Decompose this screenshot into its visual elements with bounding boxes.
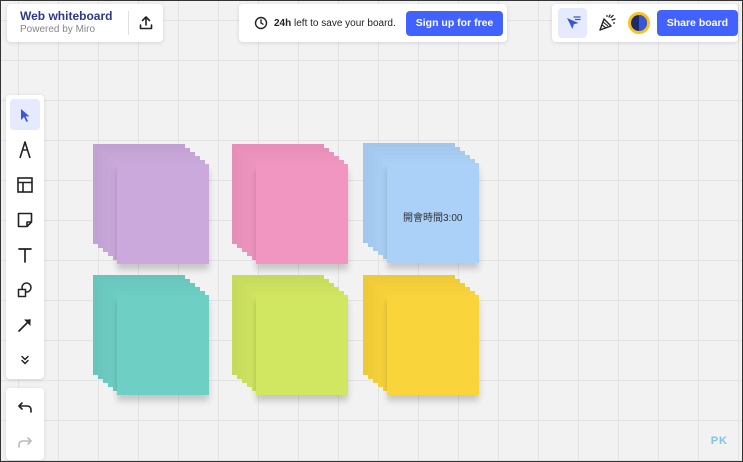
- more-tools-button[interactable]: [10, 344, 40, 375]
- celebrate-button[interactable]: [595, 11, 618, 35]
- chevron-double-down-icon: [21, 355, 29, 364]
- board-subtitle: Powered by Miro: [20, 24, 96, 35]
- watermark-text: PK: [710, 435, 728, 447]
- save-notice-message: left to save your board.: [294, 17, 396, 29]
- watermark: PK: [711, 435, 728, 455]
- shapes-icon: [17, 281, 32, 297]
- redo-icon: [18, 436, 32, 448]
- tools-toolbar: [6, 95, 44, 379]
- arrow-icon: [18, 318, 31, 332]
- sticky-note[interactable]: [117, 295, 209, 395]
- board-title-block[interactable]: Web whiteboard Powered by Miro: [7, 10, 128, 36]
- text-tool[interactable]: [10, 239, 40, 270]
- pen-icon: [19, 140, 31, 158]
- shapes-tool[interactable]: [10, 274, 40, 305]
- export-button[interactable]: [129, 4, 163, 42]
- sticky-note-tool[interactable]: [10, 204, 40, 235]
- sticky-note[interactable]: [256, 164, 348, 264]
- sticky-note[interactable]: [387, 295, 479, 395]
- save-notice-panel: 24h left to save your board. Sign up for…: [239, 4, 507, 42]
- select-tool[interactable]: [10, 99, 40, 130]
- sticky-note[interactable]: [117, 164, 209, 264]
- avatar-image: [631, 15, 648, 31]
- undo-icon: [18, 401, 32, 413]
- redo-button[interactable]: [10, 427, 40, 458]
- connection-line-tool[interactable]: [10, 309, 40, 340]
- sticky-stack-purple[interactable]: [93, 144, 211, 274]
- board-title[interactable]: Web whiteboard: [20, 10, 128, 23]
- undo-button[interactable]: [10, 392, 40, 423]
- frame-icon: [17, 176, 33, 193]
- text-icon: [18, 247, 32, 263]
- clock-icon: [254, 16, 268, 30]
- save-notice-text: 24h left to save your board.: [274, 18, 396, 29]
- sticky-stack-yellow[interactable]: [363, 275, 481, 405]
- collaboration-panel: Share board: [552, 4, 738, 42]
- history-toolbar: [6, 388, 44, 460]
- pen-tool[interactable]: [10, 134, 40, 165]
- share-board-button[interactable]: Share board: [656, 10, 738, 36]
- party-popper-icon: [599, 14, 616, 31]
- templates-tool[interactable]: [10, 169, 40, 200]
- time-left: 24h: [274, 17, 292, 29]
- upload-icon: [139, 16, 153, 30]
- sign-up-button[interactable]: Sign up for free: [405, 10, 504, 36]
- sticky-stack-teal[interactable]: [93, 275, 211, 405]
- sticky-stack-green[interactable]: [232, 275, 350, 405]
- board-info-panel: Web whiteboard Powered by Miro: [7, 4, 163, 42]
- sticky-note-text[interactable]: 開會時間3:00: [403, 209, 462, 224]
- sticky-note[interactable]: [256, 295, 348, 395]
- sticky-stack-pink[interactable]: [232, 144, 350, 274]
- sticky-stack-blue[interactable]: [363, 143, 481, 273]
- user-avatar[interactable]: [628, 12, 650, 34]
- cursor-reactions-icon: [566, 16, 581, 29]
- cursor-icon: [21, 108, 30, 122]
- reactions-button[interactable]: [558, 8, 588, 38]
- sticky-note-icon: [17, 212, 33, 227]
